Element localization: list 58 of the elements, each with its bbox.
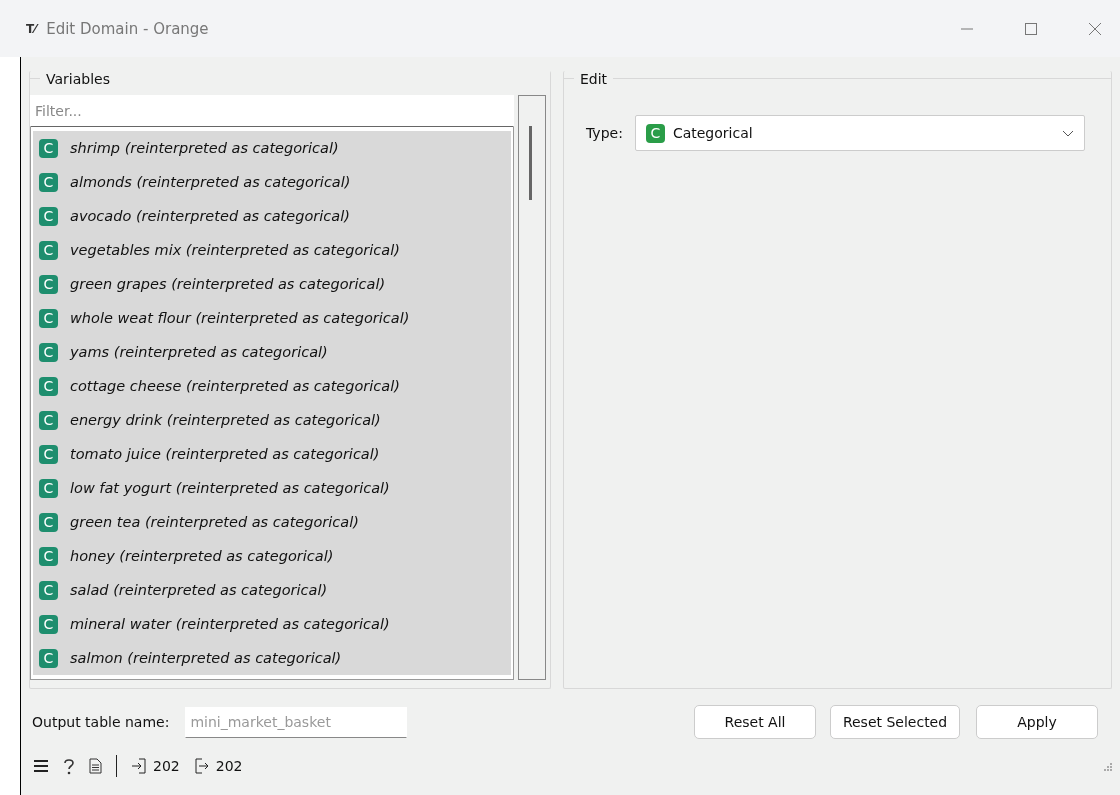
categorical-badge: C (39, 206, 58, 226)
variable-item[interactable]: C whole weat flour (reinterpreted as categorical) (33, 301, 511, 335)
input-count: 202 (153, 758, 180, 774)
action-button[interactable]: Reset Selected (830, 705, 960, 739)
variable-item[interactable]: C cottage cheese (reinterpreted as categorical) (33, 369, 511, 403)
categorical-badge: C (39, 342, 58, 362)
variable-item[interactable]: C green grapes (reinterpreted as categorical) (33, 267, 511, 301)
categorical-badge: C (39, 512, 58, 532)
variable-item[interactable]: C tomato juice (reinterpreted as categorical) (33, 437, 511, 471)
variable-item[interactable]: C avocado (reinterpreted as categorical) (33, 199, 511, 233)
action-button[interactable]: Apply (976, 705, 1098, 739)
variable-item[interactable]: C vegetables mix (reinterpreted as categorical) (33, 233, 511, 267)
group-title: Edit (574, 71, 614, 87)
categorical-badge: C (39, 546, 58, 566)
maximize-icon[interactable] (1024, 21, 1038, 36)
categorical-badge: C (39, 648, 58, 668)
categorical-badge: C (39, 376, 58, 396)
categorical-badge: C (39, 614, 58, 634)
resize-grip-icon[interactable] (1102, 761, 1112, 771)
caret-icon (1061, 129, 1074, 137)
app-icon: T⁄ (26, 21, 37, 36)
variable-item[interactable]: C green tea (reinterpreted as categorical) (33, 505, 511, 539)
type-label: Type: (586, 125, 623, 141)
input-icon (131, 758, 147, 774)
categorical-badge: C (39, 138, 58, 158)
categorical-badge: C (39, 410, 58, 430)
variable-item[interactable]: C salad (reinterpreted as categorical) (33, 573, 511, 607)
scrollbar-thumb[interactable] (529, 126, 532, 200)
action-button[interactable]: Reset All (694, 705, 816, 739)
output-name-field[interactable]: mini_market_basket (185, 706, 408, 738)
categorical-badge: C (645, 123, 665, 143)
variable-item[interactable]: C shrimp (reinterpreted as categorical) (33, 131, 511, 165)
categorical-badge: C (39, 240, 58, 260)
categorical-badge: C (39, 444, 58, 464)
output-count: 202 (215, 758, 243, 774)
categorical-badge: C (39, 274, 58, 294)
variable-item[interactable]: C honey (reinterpreted as categorical) (33, 539, 511, 573)
close-icon[interactable] (1088, 21, 1102, 36)
window-title: Edit Domain - Orange (46, 19, 209, 38)
variable-item[interactable]: C yams (reinterpreted as categorical) (33, 335, 511, 369)
categorical-badge: C (39, 478, 58, 498)
categorical-badge: C (39, 308, 58, 328)
categorical-badge: C (39, 580, 58, 600)
document-icon[interactable] (89, 758, 102, 774)
help-icon[interactable] (63, 757, 75, 775)
categorical-badge: C (39, 172, 58, 192)
group-title: Variables (40, 71, 550, 87)
variable-item[interactable]: C low fat yogurt (reinterpreted as categorical) (33, 471, 511, 505)
output-icon (193, 758, 210, 774)
filter-field[interactable]: Filter... (30, 95, 514, 127)
variable-item[interactable]: C almonds (reinterpreted as categorical) (33, 165, 511, 199)
menu-icon[interactable] (33, 759, 49, 773)
scrollbar[interactable] (518, 95, 546, 680)
type-dropdown[interactable]: C Categorical (634, 115, 1085, 151)
output-label: Output table name: (32, 714, 170, 730)
variable-item[interactable]: C salmon (reinterpreted as categorical) (33, 641, 511, 675)
variable-item[interactable]: C energy drink (reinterpreted as categorical) (33, 403, 511, 437)
variable-item[interactable]: C mineral water (reinterpreted as categorical) (33, 607, 511, 641)
